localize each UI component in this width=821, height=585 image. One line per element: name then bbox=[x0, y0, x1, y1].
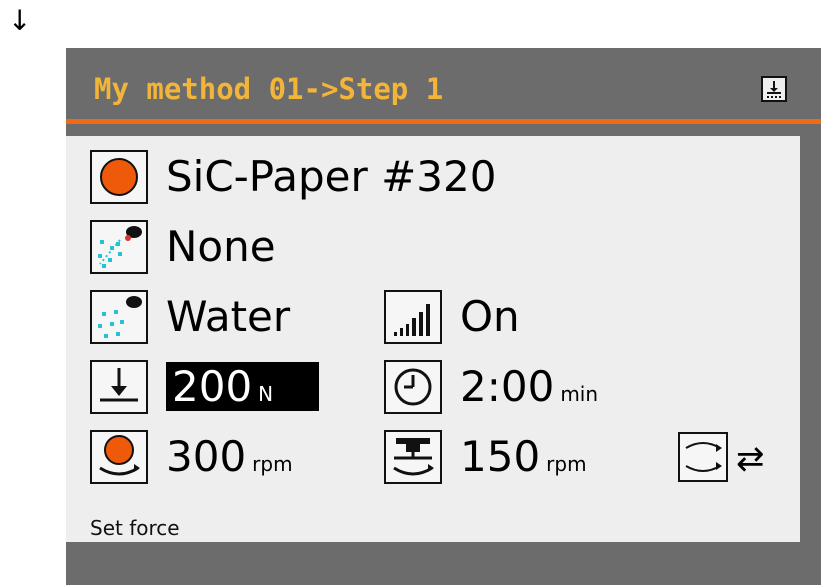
suspension-spray-icon[interactable] bbox=[90, 220, 148, 274]
surface-disc-icon[interactable] bbox=[90, 150, 148, 204]
head-speed-field[interactable]: 150 rpm bbox=[460, 432, 587, 489]
surface-value[interactable]: SiC-Paper #320 bbox=[166, 152, 496, 202]
head-speed-icon[interactable] bbox=[384, 430, 442, 484]
force-value: 200 bbox=[172, 362, 253, 411]
lubricant-value[interactable]: Water bbox=[166, 292, 290, 342]
method-panel: My method 01->Step 1 SiC-Paper #320 None… bbox=[66, 48, 821, 585]
time-value: 2:00 bbox=[460, 362, 555, 411]
force-icon[interactable] bbox=[90, 360, 148, 414]
lubricant-level-value[interactable]: On bbox=[460, 292, 520, 342]
suspension-value[interactable]: None bbox=[166, 222, 276, 272]
time-unit: min bbox=[560, 382, 599, 406]
force-value-selected[interactable]: 200 N bbox=[166, 362, 320, 411]
header-divider bbox=[66, 119, 821, 124]
force-mode-icon[interactable] bbox=[761, 76, 787, 102]
direction-arrows-icon: ⇄ bbox=[736, 439, 765, 479]
force-unit: N bbox=[258, 382, 274, 406]
page-title: My method 01->Step 1 bbox=[94, 72, 444, 106]
clock-icon[interactable] bbox=[384, 360, 442, 414]
lubricant-level-icon[interactable] bbox=[384, 290, 442, 344]
head-speed-unit: rpm bbox=[546, 452, 587, 476]
parameters-area: SiC-Paper #320 None Water On 200 N 2:00 … bbox=[66, 136, 800, 542]
disc-speed-value: 300 bbox=[166, 432, 247, 481]
panel-header: My method 01->Step 1 bbox=[66, 48, 821, 120]
head-speed-value: 150 bbox=[460, 432, 541, 481]
time-field[interactable]: 2:00 min bbox=[460, 362, 598, 419]
status-text: Set force bbox=[90, 516, 180, 540]
disc-speed-field[interactable]: 300 rpm bbox=[166, 432, 293, 489]
disc-speed-unit: rpm bbox=[252, 452, 293, 476]
down-arrow-icon: ↓ bbox=[8, 4, 32, 37]
force-field[interactable]: 200 N bbox=[166, 362, 320, 419]
lubricant-spray-icon[interactable] bbox=[90, 290, 148, 344]
disc-speed-icon[interactable] bbox=[90, 430, 148, 484]
rotation-direction-icon[interactable] bbox=[678, 432, 728, 482]
